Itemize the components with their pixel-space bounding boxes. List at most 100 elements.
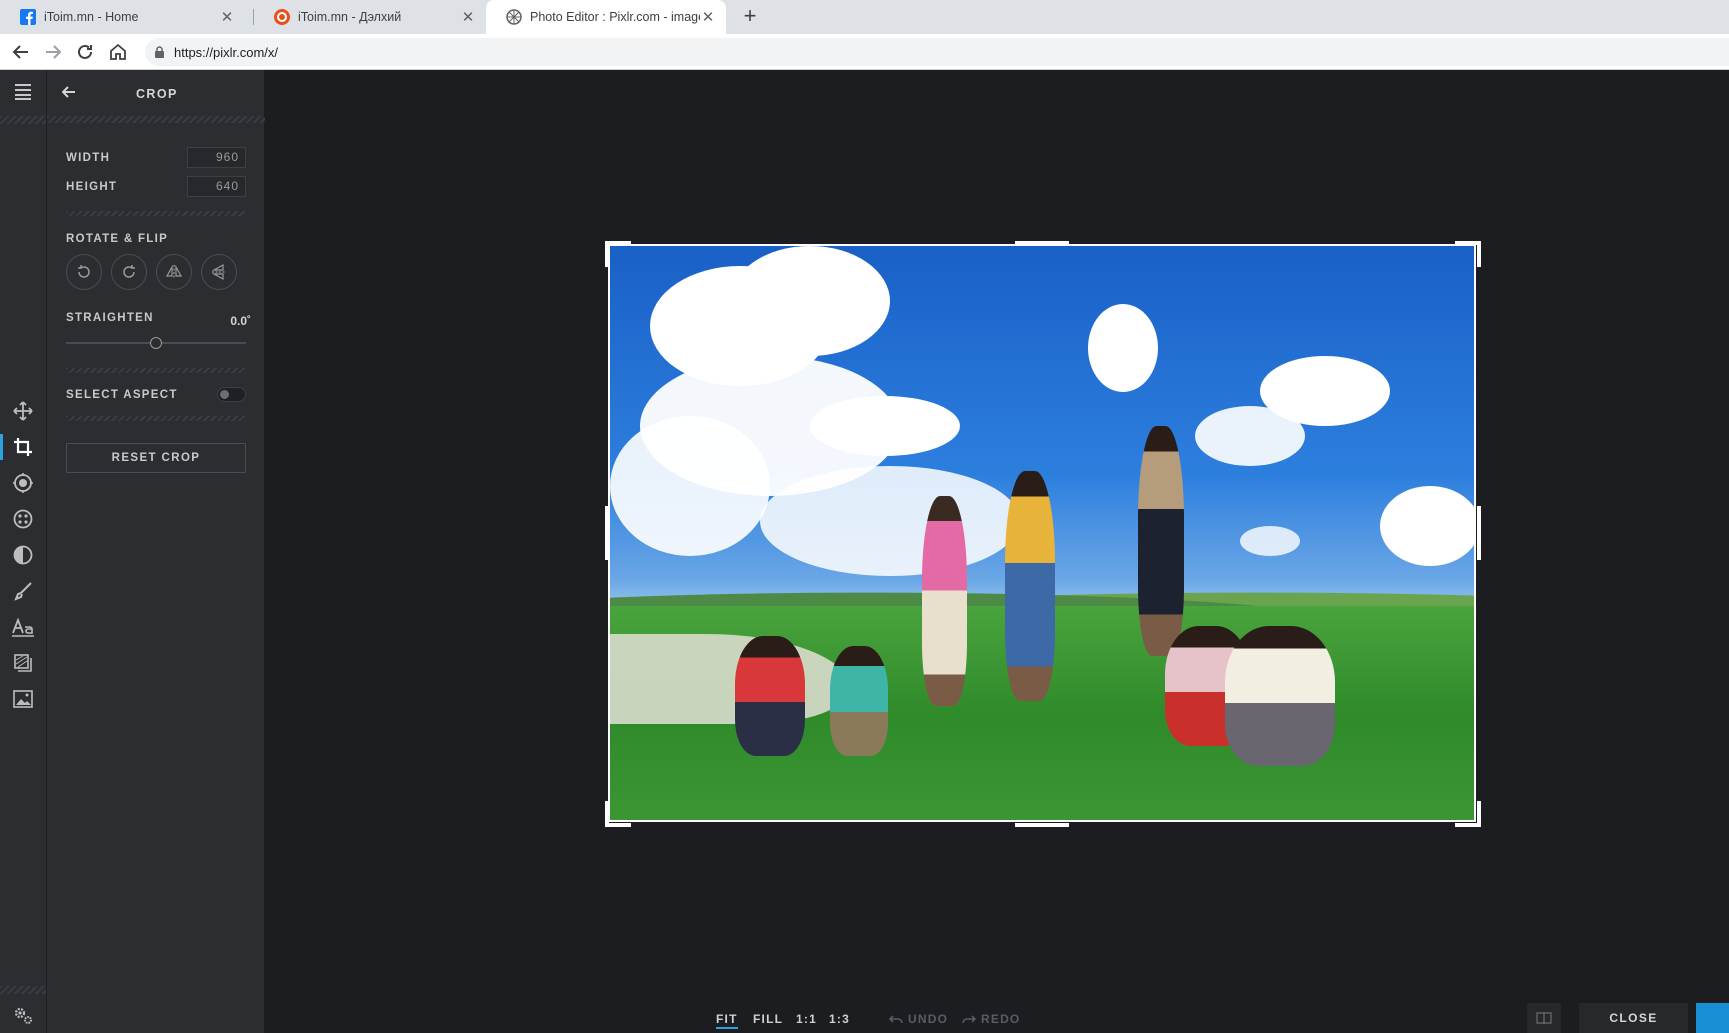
- close-tab-icon[interactable]: ✕: [219, 8, 235, 26]
- active-zoom-indicator: [716, 1027, 738, 1029]
- crop-icon[interactable]: [0, 430, 46, 464]
- straighten-value: 0.0˚: [230, 314, 251, 328]
- adjust-icon[interactable]: [0, 466, 46, 500]
- back-arrow-icon[interactable]: [62, 85, 76, 99]
- crop-handle-right[interactable]: [1477, 506, 1481, 560]
- cloud: [1380, 486, 1474, 566]
- cloud: [730, 246, 890, 356]
- lock-icon: [155, 46, 164, 58]
- layer-icon[interactable]: [0, 646, 46, 680]
- reload-icon[interactable]: [74, 41, 96, 63]
- child-figure: [1005, 471, 1055, 701]
- cloud: [760, 466, 1020, 576]
- compare-icon: [1536, 1012, 1552, 1024]
- tab-title: Photo Editor : Pixlr.com - image e: [530, 10, 700, 24]
- crop-handle-bottom[interactable]: [1015, 823, 1069, 827]
- brush-icon[interactable]: [0, 574, 46, 608]
- zoom-fit-button[interactable]: FIT: [716, 1012, 738, 1026]
- browser-tab-pixlr[interactable]: Photo Editor : Pixlr.com - image e ✕: [486, 0, 726, 34]
- straighten-label: STRAIGHTEN: [66, 312, 154, 324]
- apply-button[interactable]: [1696, 1003, 1729, 1033]
- url-text: https://pixlr.com/x/: [174, 45, 279, 60]
- cloud: [1088, 304, 1158, 392]
- crop-handle-bottom-left[interactable]: [605, 801, 631, 827]
- cloud: [1195, 406, 1305, 466]
- photo-canvas[interactable]: [608, 244, 1476, 822]
- straighten-slider[interactable]: [66, 337, 246, 349]
- cloud: [610, 416, 770, 556]
- browser-tab-itoim-world[interactable]: iToim.mn - Дэлхий ✕: [254, 0, 486, 34]
- close-tab-icon[interactable]: ✕: [460, 8, 476, 26]
- toolbar-divider: [0, 986, 46, 994]
- height-label: HEIGHT: [66, 181, 118, 193]
- child-figure: [922, 496, 967, 706]
- zoom-fill-button[interactable]: FILL: [753, 1012, 783, 1026]
- rotate-right-button[interactable]: [111, 254, 147, 290]
- crop-handle-top-right[interactable]: [1455, 241, 1481, 267]
- back-icon[interactable]: [10, 41, 32, 63]
- filter-icon[interactable]: [0, 502, 46, 536]
- tool-sidebar: [0, 70, 46, 1033]
- child-figure: [735, 636, 805, 756]
- pixlr-editor: CROP WIDTH 960 HEIGHT 640 ROTATE & FLIP …: [0, 70, 1729, 1033]
- redo-icon: [962, 1015, 976, 1024]
- rotate-left-button[interactable]: [66, 254, 102, 290]
- tab-title: iToim.mn - Home: [44, 10, 139, 24]
- close-button[interactable]: CLOSE: [1579, 1003, 1688, 1033]
- flip-horizontal-icon: [165, 264, 183, 279]
- undo-icon: [889, 1015, 903, 1024]
- panel-title: CROP: [136, 87, 178, 101]
- rotate-flip-label: ROTATE & FLIP: [66, 233, 169, 245]
- panel-divider: [66, 416, 246, 421]
- flip-vertical-icon: [211, 263, 226, 281]
- close-tab-icon[interactable]: ✕: [700, 8, 716, 26]
- crop-handle-bottom-right[interactable]: [1455, 801, 1481, 827]
- move-icon[interactable]: [0, 394, 46, 428]
- tab-title: iToim.mn - Дэлхий: [298, 10, 402, 24]
- image-icon[interactable]: [0, 682, 46, 716]
- panel-divider: [66, 368, 246, 373]
- forward-icon[interactable]: [42, 41, 64, 63]
- effect-icon[interactable]: [0, 538, 46, 572]
- cloud: [810, 396, 960, 456]
- reset-crop-button[interactable]: RESET CROP: [66, 443, 246, 473]
- settings-icon[interactable]: [0, 998, 46, 1032]
- child-figure: [830, 646, 888, 756]
- compare-button[interactable]: [1527, 1003, 1561, 1033]
- menu-icon[interactable]: [0, 75, 46, 109]
- toolbar-divider: [0, 116, 46, 124]
- panel-divider: [66, 211, 246, 216]
- browser-tab-strip: iToim.mn - Home ✕ iToim.mn - Дэлхий ✕ Ph…: [0, 0, 1729, 34]
- crop-panel: CROP WIDTH 960 HEIGHT 640 ROTATE & FLIP …: [46, 70, 265, 1033]
- undo-button[interactable]: UNDO: [889, 1012, 948, 1026]
- child-figure: [1138, 426, 1184, 656]
- select-aspect-toggle[interactable]: [217, 387, 246, 402]
- cloud: [1240, 526, 1300, 556]
- width-input[interactable]: 960: [187, 147, 246, 168]
- crop-handle-left[interactable]: [605, 506, 609, 560]
- home-icon[interactable]: [107, 41, 129, 63]
- panel-divider: [47, 116, 265, 123]
- text-icon[interactable]: [0, 610, 46, 644]
- straighten-slider-handle[interactable]: [150, 337, 162, 349]
- zoom-1-1-button[interactable]: 1:1: [796, 1012, 817, 1026]
- pixlr-icon: [506, 9, 522, 25]
- zoom-1-3-button[interactable]: 1:3: [829, 1012, 850, 1026]
- address-bar[interactable]: https://pixlr.com/x/: [145, 38, 1729, 66]
- browser-toolbar: https://pixlr.com/x/: [0, 34, 1729, 70]
- select-aspect-label: SELECT ASPECT: [66, 389, 178, 401]
- rotate-left-icon: [78, 265, 90, 278]
- width-label: WIDTH: [66, 152, 111, 164]
- itoim-icon: [274, 9, 290, 25]
- facebook-icon: [20, 9, 36, 25]
- new-tab-icon[interactable]: +: [738, 5, 762, 29]
- flip-vertical-button[interactable]: [201, 254, 237, 290]
- undo-label: UNDO: [908, 1012, 949, 1026]
- child-figure: [1225, 626, 1335, 766]
- redo-button[interactable]: REDO: [962, 1012, 1020, 1026]
- height-input[interactable]: 640: [187, 176, 246, 197]
- crop-handle-top-left[interactable]: [605, 241, 631, 267]
- crop-handle-top[interactable]: [1015, 241, 1069, 245]
- browser-tab-itoim-home[interactable]: iToim.mn - Home ✕: [0, 0, 245, 34]
- flip-horizontal-button[interactable]: [156, 254, 192, 290]
